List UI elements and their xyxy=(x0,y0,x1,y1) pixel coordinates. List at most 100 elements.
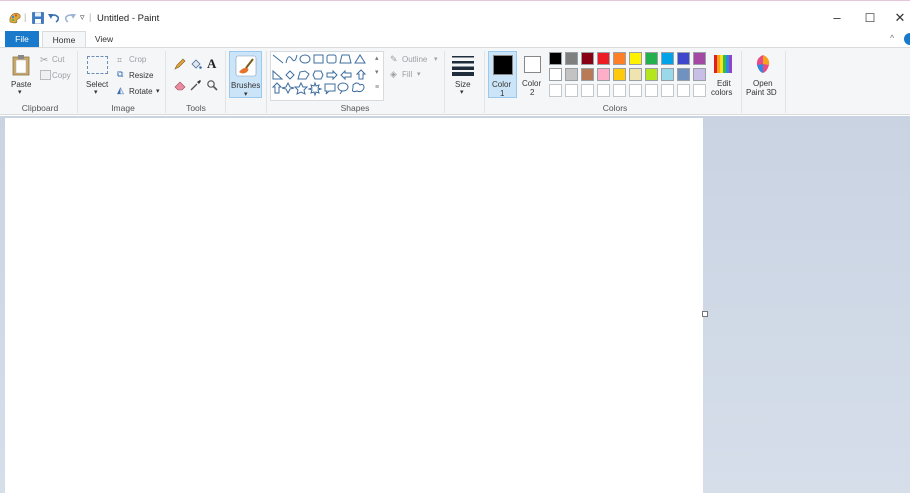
magnifier-icon[interactable] xyxy=(206,79,218,91)
paste-icon[interactable] xyxy=(11,54,31,76)
color1-number: 1 xyxy=(500,89,505,98)
help-icon[interactable] xyxy=(904,33,910,45)
close-button[interactable]: ✕ xyxy=(886,8,910,28)
text-tool-icon[interactable]: A xyxy=(207,56,216,72)
minimize-button[interactable]: – xyxy=(823,8,851,28)
palette-color-swatch[interactable] xyxy=(565,68,578,81)
pencil-icon[interactable] xyxy=(174,58,186,70)
title-bar: | ▿ | Untitled - Paint – ☐ ✕ xyxy=(0,0,910,31)
color-palette xyxy=(549,52,711,98)
palette-color-swatch[interactable] xyxy=(581,52,594,65)
palette-color-swatch[interactable] xyxy=(677,68,690,81)
color1-button[interactable]: Color 1 xyxy=(488,51,517,98)
undo-icon[interactable] xyxy=(47,11,61,25)
close-icon: ✕ xyxy=(894,10,906,25)
palette-color-swatch[interactable] xyxy=(661,52,674,65)
palette-color-swatch[interactable] xyxy=(597,52,610,65)
palette-color-swatch[interactable] xyxy=(613,68,626,81)
palette-color-swatch[interactable] xyxy=(613,52,626,65)
drawing-canvas[interactable] xyxy=(5,118,703,493)
customize-quick-access-dropdown[interactable]: ▿ xyxy=(80,12,85,23)
rotate-dropdown-icon[interactable]: ▾ xyxy=(156,87,160,95)
palette-color-swatch[interactable] xyxy=(629,52,642,65)
save-icon[interactable] xyxy=(31,11,45,25)
crop-button[interactable]: Crop xyxy=(129,55,146,64)
shapes-scroll-down-icon[interactable]: ▾ xyxy=(375,68,379,76)
ribbon: Paste ▾ ✂ Cut Copy Clipboard Select ▾ ⌗ … xyxy=(0,47,910,115)
clipboard-group-label: Clipboard xyxy=(21,103,59,113)
copy-icon xyxy=(40,70,51,80)
cut-button[interactable]: Cut xyxy=(52,55,64,64)
size-dropdown-icon[interactable]: ▾ xyxy=(460,88,464,96)
custom-color-slot[interactable] xyxy=(613,84,626,97)
eraser-icon[interactable] xyxy=(174,79,186,91)
ribbon-divider xyxy=(77,51,78,113)
palette-color-swatch[interactable] xyxy=(549,68,562,81)
select-dropdown-icon[interactable]: ▾ xyxy=(94,88,98,96)
redo-icon[interactable] xyxy=(63,11,77,25)
outline-dropdown-icon[interactable]: ▾ xyxy=(434,55,438,63)
shapes-gallery-icons xyxy=(271,54,367,97)
select-icon[interactable] xyxy=(87,56,108,74)
palette-color-swatch[interactable] xyxy=(661,68,674,81)
custom-color-slot[interactable] xyxy=(677,84,690,97)
paste-dropdown-icon[interactable]: ▾ xyxy=(18,88,22,96)
palette-color-swatch[interactable] xyxy=(549,52,562,65)
edit-colors-line2: colors xyxy=(711,88,733,97)
copy-button[interactable]: Copy xyxy=(52,71,71,80)
window-title: Untitled - Paint xyxy=(97,13,160,24)
palette-color-swatch[interactable] xyxy=(645,68,658,81)
palette-color-swatch[interactable] xyxy=(677,52,690,65)
tab-file[interactable]: File xyxy=(5,31,39,47)
maximize-button[interactable]: ☐ xyxy=(856,8,884,28)
tab-home[interactable]: Home xyxy=(42,31,86,47)
minimize-icon: – xyxy=(833,10,841,25)
palette-color-swatch[interactable] xyxy=(581,68,594,81)
palette-color-swatch[interactable] xyxy=(693,52,706,65)
palette-color-swatch[interactable] xyxy=(645,52,658,65)
brushes-button[interactable]: Brushes ▾ xyxy=(229,51,262,98)
crop-icon: ⌗ xyxy=(117,55,123,65)
custom-color-slot[interactable] xyxy=(565,84,578,97)
outline-button[interactable]: Outline xyxy=(402,55,427,64)
tools-group-label: Tools xyxy=(186,103,206,113)
brush-icon xyxy=(235,55,257,77)
edit-colors-line1: Edit xyxy=(717,79,731,88)
fill-dropdown-icon[interactable]: ▾ xyxy=(417,70,421,78)
color-picker-icon[interactable] xyxy=(190,79,202,91)
rotate-button[interactable]: Rotate xyxy=(129,87,153,96)
collapse-ribbon-button[interactable]: ^ xyxy=(890,33,894,43)
color2-button[interactable]: Color 2 xyxy=(519,51,548,98)
size-icon[interactable] xyxy=(451,54,475,76)
open-paint3d-button[interactable]: Open Paint 3D xyxy=(744,51,782,98)
shapes-expand-icon[interactable]: ≡ xyxy=(375,84,379,91)
custom-color-slot[interactable] xyxy=(645,84,658,97)
palette-color-swatch[interactable] xyxy=(693,68,706,81)
shapes-scroll-up-icon[interactable]: ▴ xyxy=(375,54,379,62)
tab-view[interactable]: View xyxy=(88,31,120,47)
color1-label: Color xyxy=(492,80,512,89)
palette-color-swatch[interactable] xyxy=(565,52,578,65)
shapes-gallery[interactable]: ▴ ▾ ≡ xyxy=(270,51,384,101)
shapes-group-label: Shapes xyxy=(340,103,370,113)
palette-color-swatch[interactable] xyxy=(629,68,642,81)
color2-swatch xyxy=(524,56,541,73)
image-group-label: Image xyxy=(111,103,135,113)
resize-button[interactable]: Resize xyxy=(129,71,153,80)
custom-color-slot[interactable] xyxy=(661,84,674,97)
paint-app-icon[interactable] xyxy=(8,11,22,25)
cut-icon: ✂ xyxy=(40,55,49,66)
fill-button[interactable]: Fill xyxy=(402,70,412,79)
custom-color-slot[interactable] xyxy=(597,84,610,97)
brushes-label: Brushes xyxy=(231,81,261,90)
edit-colors-icon xyxy=(714,55,732,73)
edit-colors-button[interactable]: Edit colors xyxy=(708,51,738,98)
outline-icon: ✎ xyxy=(390,54,398,64)
custom-color-slot[interactable] xyxy=(629,84,642,97)
fill-bucket-icon[interactable] xyxy=(190,58,202,70)
palette-color-swatch[interactable] xyxy=(597,68,610,81)
canvas-resize-handle-right[interactable] xyxy=(702,311,708,317)
custom-color-slot[interactable] xyxy=(693,84,706,97)
custom-color-slot[interactable] xyxy=(581,84,594,97)
custom-color-slot[interactable] xyxy=(549,84,562,97)
